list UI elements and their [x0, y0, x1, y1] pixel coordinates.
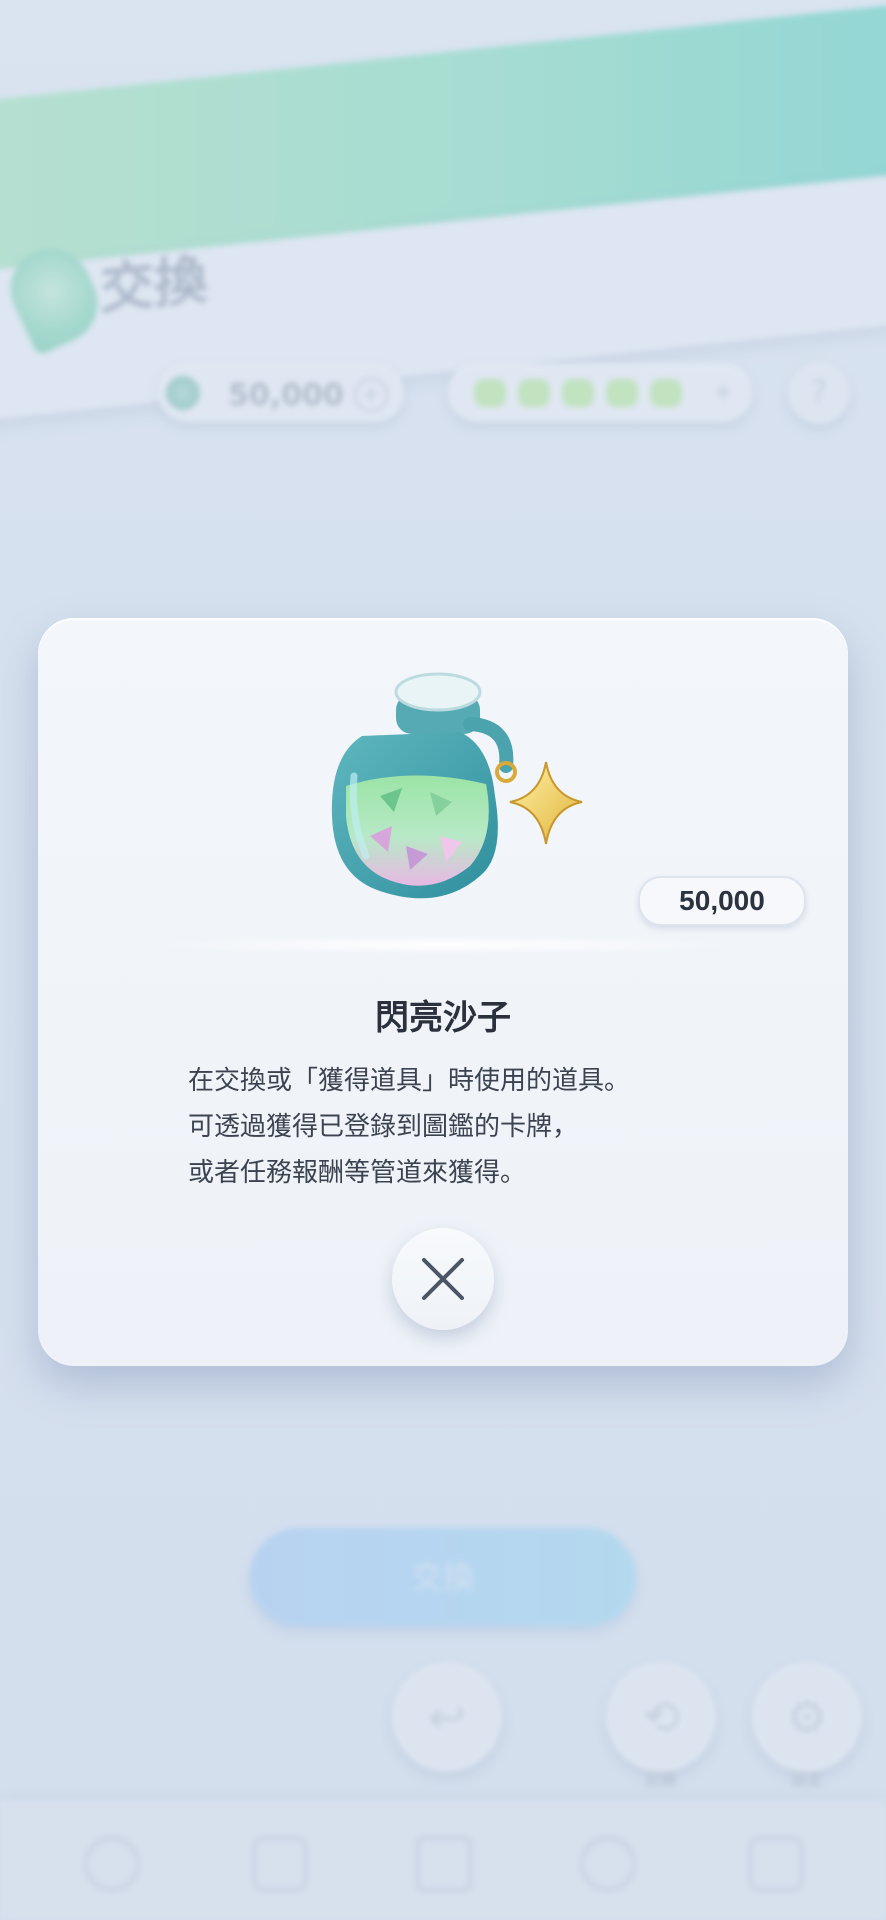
shiny-sand-bottle-icon	[331, 672, 583, 899]
description-line: 或者任務報酬等管道來獲得。	[188, 1158, 527, 1188]
item-detail-modal: 50,000 閃亮沙子 在交換或「獲得道具」時使用的道具。 可透過獲得已登錄到圖…	[38, 618, 848, 1366]
description-line: 在交換或「獲得道具」時使用的道具。	[188, 1066, 631, 1096]
item-name: 閃亮沙子	[375, 998, 511, 1038]
close-button[interactable]	[392, 1228, 494, 1330]
item-price: 50,000	[638, 876, 806, 926]
close-icon	[422, 1258, 464, 1300]
item-description: 在交換或「獲得道具」時使用的道具。 可透過獲得已登錄到圖鑑的卡牌， 或者任務報酬…	[188, 1058, 748, 1196]
description-line: 可透過獲得已登錄到圖鑑的卡牌，	[188, 1112, 579, 1142]
divider	[148, 936, 738, 954]
screen: 交換 50,000 + + ? 交換 ↩ ⟲ 記錄 ⚙ 設定 50,000 閃亮…	[0, 0, 886, 1920]
